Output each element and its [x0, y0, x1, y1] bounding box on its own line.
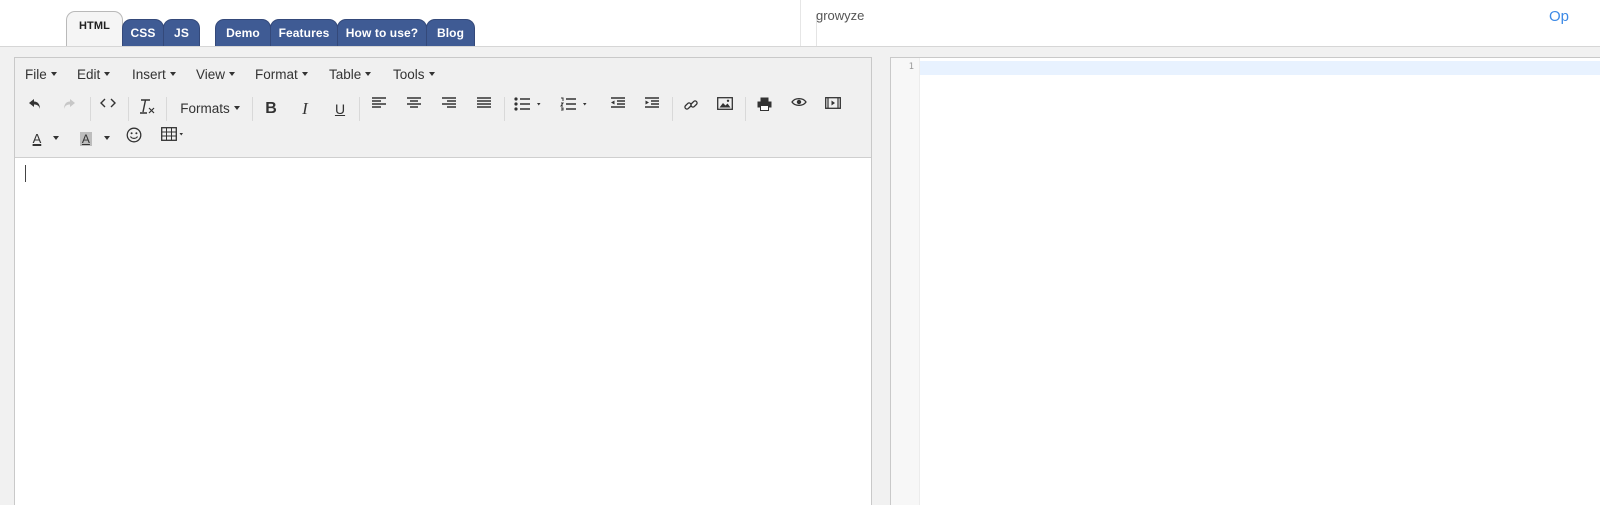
chevron-down-icon — [169, 72, 176, 77]
print-button[interactable] — [752, 97, 776, 121]
bold-button[interactable]: B — [259, 97, 283, 121]
menu-tools-label: Tools — [393, 67, 425, 82]
editor-menubar: File Edit Insert View Format Table Tools — [15, 58, 871, 92]
align-left-icon — [372, 97, 386, 108]
menu-format-label: Format — [255, 67, 298, 82]
formats-label: Formats — [180, 101, 230, 116]
menu-table-label: Table — [329, 67, 362, 82]
toolbar-divider — [90, 97, 91, 121]
toolbar-divider — [745, 97, 746, 121]
link-icon — [684, 100, 698, 110]
toolbar-divider — [252, 97, 253, 121]
underline-button[interactable]: U — [328, 97, 352, 121]
chevron-down-icon — [365, 72, 372, 77]
ad-brand[interactable]: growyze — [816, 8, 864, 23]
table-icon — [161, 127, 183, 141]
redo-icon — [64, 99, 75, 109]
undo-button[interactable] — [23, 97, 47, 121]
menu-insert-label: Insert — [132, 67, 166, 82]
chevron-down-icon — [104, 72, 111, 77]
media-icon — [825, 97, 841, 109]
menu-table[interactable]: Table — [329, 67, 372, 82]
tab-how-to-use[interactable]: How to use? — [337, 19, 427, 46]
toolbar-divider — [672, 97, 673, 121]
menu-format[interactable]: Format — [255, 67, 308, 82]
background-color-letter: A — [79, 132, 92, 146]
bullet-list-button[interactable] — [511, 97, 547, 121]
chevron-down-icon — [104, 136, 111, 141]
menu-file[interactable]: File — [25, 67, 57, 82]
source-code-button[interactable] — [96, 97, 120, 121]
align-right-icon — [442, 97, 456, 108]
toolbar-divider — [504, 97, 505, 121]
ad-cta-link[interactable]: Op — [1549, 8, 1569, 25]
active-line-highlight — [920, 61, 1600, 75]
rich-text-editor: File Edit Insert View Format Table Tools… — [14, 57, 872, 506]
clear-formatting-icon — [140, 99, 155, 114]
link-button[interactable] — [679, 97, 703, 121]
line-number: 1 — [908, 62, 914, 72]
toolbar-divider — [166, 97, 167, 121]
tab-css[interactable]: CSS — [122, 19, 164, 46]
menu-file-label: File — [25, 67, 47, 82]
media-button[interactable] — [821, 97, 845, 121]
numbered-list-button[interactable] — [557, 97, 593, 121]
numbered-list-icon — [560, 97, 587, 111]
indent-button[interactable] — [640, 97, 664, 121]
line-number-gutter: 1 — [891, 58, 920, 505]
chevron-down-icon — [229, 72, 236, 77]
bullet-list-icon — [514, 97, 541, 111]
text-color-letter: A — [32, 131, 42, 146]
code-editor[interactable]: 1 — [890, 57, 1600, 505]
text-color-button[interactable]: A — [27, 127, 65, 151]
chevron-down-icon — [301, 72, 308, 77]
source-code-icon — [100, 98, 116, 108]
align-right-button[interactable] — [437, 97, 461, 121]
menu-edit[interactable]: Edit — [77, 67, 111, 82]
indent-icon — [645, 97, 659, 108]
preview-button[interactable] — [787, 97, 811, 121]
justify-icon — [477, 97, 491, 108]
menu-view[interactable]: View — [196, 67, 236, 82]
undo-icon — [29, 99, 40, 109]
formats-dropdown[interactable]: Formats — [175, 97, 245, 121]
toolbar-divider — [128, 97, 129, 121]
menu-edit-label: Edit — [77, 67, 101, 82]
chevron-down-icon — [50, 72, 57, 77]
image-icon — [717, 97, 733, 110]
align-center-icon — [407, 97, 421, 108]
outdent-button[interactable] — [606, 97, 630, 121]
background-color-button[interactable]: A — [75, 127, 115, 151]
menu-insert[interactable]: Insert — [132, 67, 176, 82]
toolbar-divider — [359, 97, 360, 121]
print-icon — [757, 97, 771, 111]
emoticons-button[interactable] — [122, 127, 146, 151]
align-center-button[interactable] — [402, 97, 426, 121]
outdent-icon — [611, 97, 625, 108]
tab-features[interactable]: Features — [270, 19, 338, 46]
chevron-down-icon — [428, 72, 435, 77]
tab-js[interactable]: JS — [163, 19, 200, 46]
text-cursor — [25, 165, 26, 182]
menu-tools[interactable]: Tools — [393, 67, 435, 82]
justify-button[interactable] — [472, 97, 496, 121]
clear-formatting-button[interactable] — [134, 97, 160, 121]
editor-toolbar: Formats B I U A A — [15, 91, 871, 158]
align-left-button[interactable] — [367, 97, 391, 121]
editor-content-area[interactable] — [15, 158, 871, 506]
ad-banner: growyze Op — [800, 0, 1600, 46]
emoticon-icon — [126, 127, 142, 143]
image-button[interactable] — [713, 97, 737, 121]
insert-table-button[interactable] — [157, 127, 191, 151]
tab-blog[interactable]: Blog — [426, 19, 475, 46]
menu-view-label: View — [196, 67, 226, 82]
redo-button[interactable] — [57, 97, 81, 121]
italic-button[interactable]: I — [293, 97, 317, 121]
preview-icon — [791, 97, 807, 107]
chevron-down-icon — [233, 106, 240, 111]
top-bar: HTML CSS JS Demo Features How to use? Bl… — [0, 0, 1600, 48]
chevron-down-icon — [53, 136, 60, 141]
tab-demo[interactable]: Demo — [215, 19, 271, 46]
tab-html[interactable]: HTML — [66, 11, 123, 46]
